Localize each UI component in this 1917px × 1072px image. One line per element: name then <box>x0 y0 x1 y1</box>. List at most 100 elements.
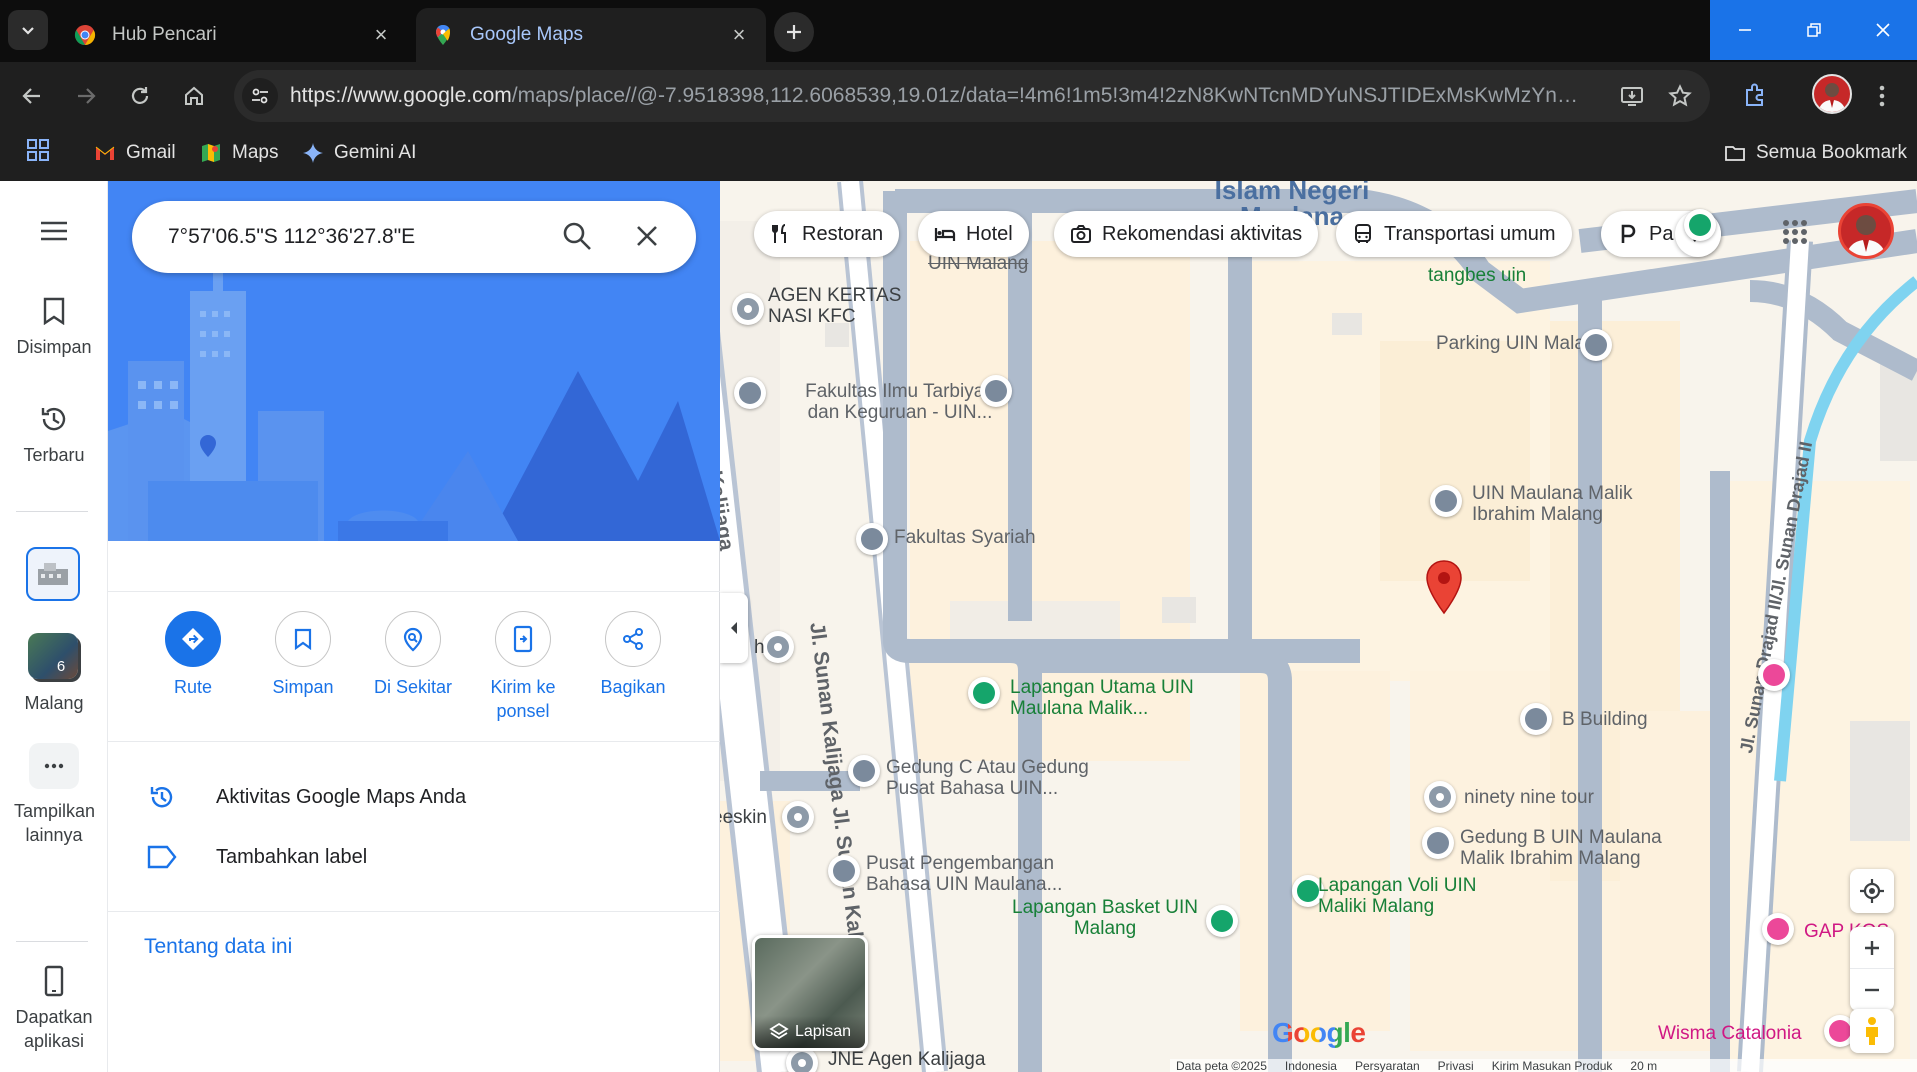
feedback-link[interactable]: Kirim Masukan Produk <box>1492 1059 1613 1072</box>
edu-marker[interactable] <box>980 375 1012 407</box>
bookmark-gemini[interactable]: Gemini AI <box>302 138 416 168</box>
map-canvas[interactable]: Jl. Sunan Kalijaga Jl. Sunan Kalijaga Jl… <box>720 181 1917 1072</box>
bookmark-maps[interactable]: Maps <box>200 138 278 168</box>
account-avatar[interactable] <box>1838 203 1894 259</box>
apps-grid-icon[interactable] <box>26 138 50 162</box>
place-label[interactable]: eeskin <box>720 807 767 828</box>
profile-avatar[interactable] <box>1812 74 1852 114</box>
site-settings-icon[interactable] <box>242 78 278 114</box>
place-label[interactable]: Fakultas Syariah <box>894 527 1036 548</box>
plus-icon <box>787 25 801 39</box>
search-input[interactable]: 7°57'06.5"S 112°36'27.8"E <box>168 225 415 249</box>
poi-marker[interactable] <box>762 631 794 663</box>
saved-button[interactable]: Disimpan <box>0 293 108 359</box>
minus-icon <box>1865 988 1879 992</box>
chip-restaurants[interactable]: Restoran <box>754 211 900 257</box>
place-label[interactable]: B Building <box>1562 709 1648 730</box>
new-tab-button[interactable] <box>774 12 814 52</box>
my-location-button[interactable] <box>1850 869 1894 913</box>
layers-button[interactable]: Lapisan <box>752 935 868 1051</box>
edu-marker[interactable] <box>1520 703 1552 735</box>
search-button[interactable] <box>562 221 592 251</box>
place-label[interactable]: Lapangan Utama UIN Maulana Malik... <box>1010 677 1200 719</box>
restore-button[interactable] <box>1779 0 1848 60</box>
recent-place-thumbnail[interactable] <box>26 547 80 601</box>
place-label[interactable]: ninety nine tour <box>1464 787 1594 808</box>
edu-marker[interactable] <box>734 377 766 409</box>
poi-marker[interactable] <box>732 293 764 325</box>
place-label[interactable]: AGEN KERTAS NASI KFC <box>768 285 918 327</box>
hotel-marker[interactable] <box>1758 659 1790 691</box>
street-view-pegman[interactable] <box>1850 1009 1894 1053</box>
place-label[interactable]: UIN Maulana Malik Ibrahim Malang <box>1472 483 1662 525</box>
zoom-out-button[interactable] <box>1850 969 1894 1011</box>
about-data-link[interactable]: Tentang data ini <box>144 935 292 959</box>
hotel-marker[interactable] <box>1762 913 1794 945</box>
recent-button[interactable]: Terbaru <box>0 401 108 467</box>
menu-kebab-icon[interactable] <box>1878 84 1886 108</box>
edu-marker[interactable] <box>828 855 860 887</box>
region-link[interactable]: Indonesia <box>1285 1059 1337 1072</box>
place-label[interactable]: Gedung C Atau Gedung Pusat Bahasa UIN... <box>886 757 1106 799</box>
edu-marker[interactable] <box>856 523 888 555</box>
tab-google-maps[interactable]: Google Maps × <box>416 8 766 62</box>
selected-location-pin[interactable] <box>1424 559 1464 615</box>
poi-marker[interactable] <box>968 677 1000 709</box>
collapse-panel-button[interactable] <box>720 593 748 663</box>
share-button[interactable]: Bagikan <box>578 611 688 699</box>
close-icon[interactable]: × <box>728 24 750 46</box>
place-label[interactable]: h <box>754 637 765 658</box>
close-window-button[interactable] <box>1848 0 1917 60</box>
chip-things-to-do[interactable]: Rekomendasi aktivitas <box>1054 211 1319 257</box>
recent-malang[interactable]: 6 Malang <box>0 633 108 715</box>
poi-marker[interactable] <box>1684 209 1716 241</box>
send-to-phone-button[interactable]: Kirim ke ponsel <box>468 611 578 723</box>
bookmark-star-icon[interactable] <box>1668 84 1692 108</box>
reload-button[interactable] <box>120 76 160 116</box>
all-bookmarks[interactable]: Semua Bookmark <box>1724 138 1907 168</box>
back-button[interactable] <box>12 76 52 116</box>
close-icon[interactable]: × <box>370 24 392 46</box>
google-apps-button[interactable] <box>1782 219 1808 245</box>
save-button[interactable]: Simpan <box>248 611 358 699</box>
place-label[interactable]: Pusat Pengembangan Bahasa UIN Maulana... <box>866 853 1086 895</box>
caret-left-icon <box>731 622 737 634</box>
place-label[interactable]: Gedung B UIN Maulana Malik Ibrahim Malan… <box>1460 827 1690 869</box>
search-box[interactable]: 7°57'06.5"S 112°36'27.8"E <box>132 201 696 273</box>
add-label-row[interactable]: Tambahkan label <box>108 829 720 885</box>
get-app-button[interactable]: Dapatkan aplikasi <box>0 963 108 1053</box>
edu-marker[interactable] <box>848 755 880 787</box>
poi-marker[interactable] <box>1424 781 1456 813</box>
tab-search-button[interactable] <box>8 10 48 50</box>
address-bar[interactable]: https://www.google.com/maps/place//@-7.9… <box>234 70 1710 122</box>
zoom-in-button[interactable] <box>1850 927 1894 969</box>
poi-marker[interactable] <box>782 801 814 833</box>
place-label[interactable]: Wisma Catalonia <box>1658 1023 1802 1044</box>
edu-marker[interactable] <box>1430 485 1462 517</box>
tab-hub-pencari[interactable]: Hub Pencari × <box>58 8 408 62</box>
place-label[interactable]: tangbes uin <box>1428 265 1526 286</box>
poi-marker[interactable] <box>1206 905 1238 937</box>
forward-button[interactable] <box>66 76 106 116</box>
place-label[interactable]: JNE Agen Kalijaga <box>828 1049 985 1070</box>
chip-hotels[interactable]: Hotel <box>918 211 1029 257</box>
maps-activity-row[interactable]: Aktivitas Google Maps Anda <box>108 769 720 825</box>
place-label[interactable]: Fakultas Ilmu Tarbiyah dan Keguruan - UI… <box>800 381 1000 423</box>
home-button[interactable] <box>174 76 214 116</box>
place-label[interactable]: Lapangan Voli UIN Maliki Malang <box>1318 875 1518 917</box>
extensions-icon[interactable] <box>1742 82 1768 108</box>
privacy-link[interactable]: Privasi <box>1438 1059 1474 1072</box>
clear-search-button[interactable] <box>636 225 658 247</box>
nearby-button[interactable]: Di Sekitar <box>358 611 468 699</box>
place-label[interactable]: Lapangan Basket UIN Malang <box>1010 897 1200 939</box>
show-more-button[interactable]: Tampilkan lainnya <box>0 743 108 847</box>
bookmark-gmail[interactable]: Gmail <box>94 138 176 168</box>
edu-marker[interactable] <box>1422 827 1454 859</box>
minimize-button[interactable] <box>1710 0 1779 60</box>
chip-transit[interactable]: Transportasi umum <box>1336 211 1572 257</box>
edu-marker[interactable] <box>1580 329 1612 361</box>
terms-link[interactable]: Persyaratan <box>1355 1059 1420 1072</box>
directions-button[interactable]: Rute <box>138 611 248 699</box>
menu-button[interactable] <box>0 213 108 255</box>
install-app-icon[interactable] <box>1620 84 1644 108</box>
